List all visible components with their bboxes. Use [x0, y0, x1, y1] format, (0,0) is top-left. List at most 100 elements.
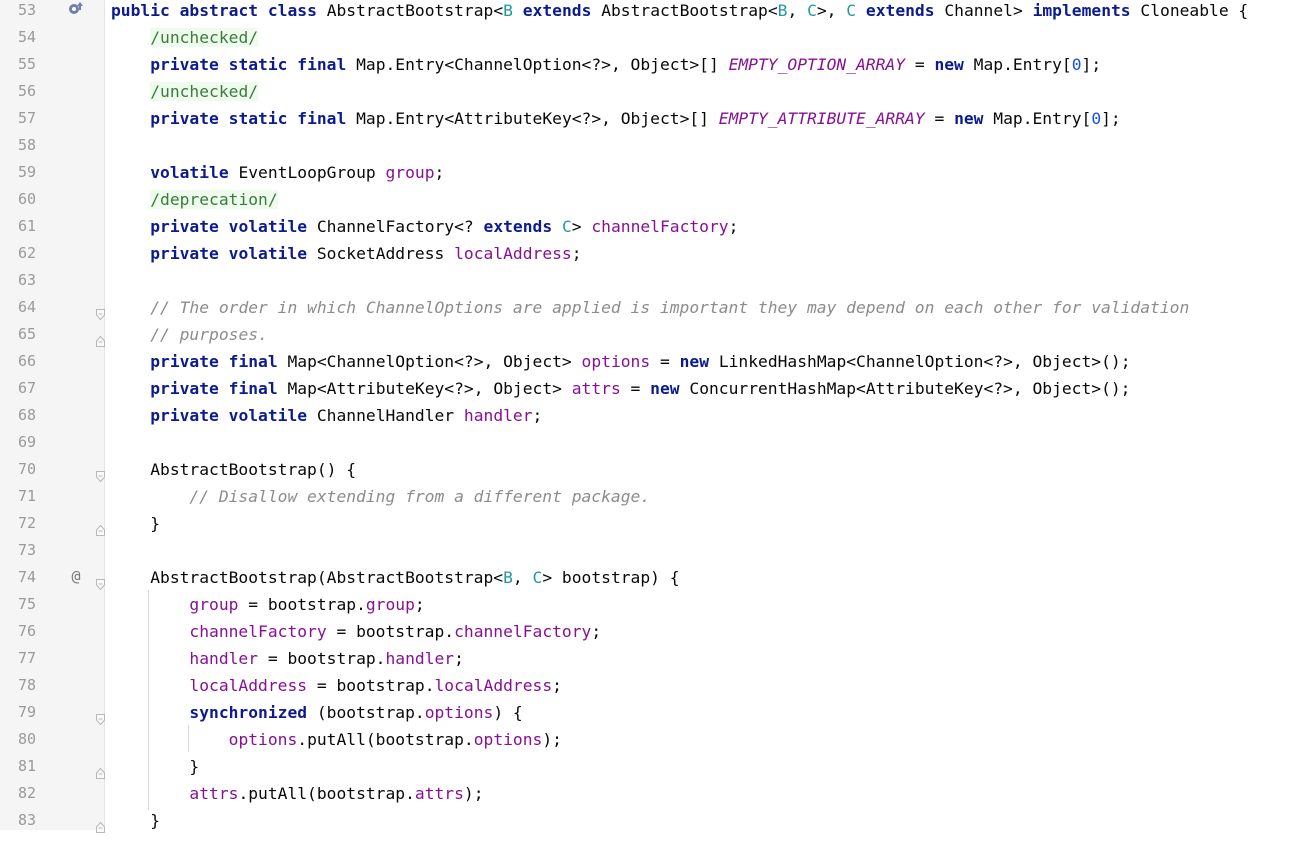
code-text[interactable]: /unchecked/	[111, 78, 259, 105]
code-text[interactable]: private final Map<AttributeKey<?>, Objec…	[111, 375, 1130, 402]
code-line[interactable]: 53 public abstract class AbstractBootstra…	[0, 0, 1310, 24]
code-line[interactable]: 58	[0, 132, 1310, 159]
code-line[interactable]: 76 channelFactory = bootstrap.channelFac…	[0, 618, 1310, 645]
code-line[interactable]: 69	[0, 429, 1310, 456]
code-token: static	[228, 109, 298, 128]
fold-start-icon[interactable]	[96, 706, 105, 726]
line-number: 57	[17, 109, 36, 127]
code-token: new	[954, 109, 994, 128]
fold-end-icon[interactable]	[96, 760, 105, 779]
code-token: channelFactory	[454, 622, 592, 641]
code-token: attrs	[571, 379, 621, 398]
code-token: B	[503, 1, 513, 20]
code-text[interactable]: volatile EventLoopGroup group;	[111, 159, 444, 186]
code-token: private	[150, 244, 229, 263]
code-line[interactable]: 66 private final Map<ChannelOption<?>, O…	[0, 348, 1310, 375]
code-text[interactable]: private final Map<ChannelOption<?>, Obje…	[111, 348, 1131, 375]
code-token: C	[846, 1, 857, 20]
code-text[interactable]: private static final Map.Entry<Attribute…	[111, 105, 1121, 132]
code-text[interactable]: private volatile SocketAddress localAddr…	[111, 240, 581, 267]
code-text[interactable]: }	[111, 510, 160, 537]
code-text[interactable]: AbstractBootstrap() {	[111, 456, 356, 483]
code-line[interactable]: 63	[0, 267, 1310, 294]
code-token: > bootstrap) {	[542, 568, 680, 587]
code-line[interactable]: 68 private volatile ChannelHandler handl…	[0, 402, 1310, 429]
code-token: new	[650, 379, 690, 398]
code-text[interactable]: localAddress = bootstrap.localAddress;	[111, 672, 562, 699]
code-token: final	[297, 55, 357, 74]
code-line[interactable]: 80 options.putAll(bootstrap.options);	[0, 726, 1310, 753]
code-token: .putAll(bootstrap.	[238, 784, 415, 803]
code-token: LinkedHashMap<ChannelOption<?>, Object>(…	[718, 352, 1131, 371]
code-text[interactable]: }	[111, 753, 199, 780]
line-number: 56	[17, 82, 36, 100]
implements-gutter-icon[interactable]	[67, 0, 85, 18]
code-text[interactable]: // purposes.	[111, 321, 268, 348]
fold-start-icon[interactable]	[96, 571, 105, 591]
code-text[interactable]: handler = bootstrap.handler;	[111, 645, 464, 672]
code-token: ;	[591, 622, 602, 641]
code-text[interactable]: /unchecked/	[111, 24, 259, 51]
code-line[interactable]: 81 }	[0, 753, 1310, 780]
code-text[interactable]: // Disallow extending from a different p…	[111, 483, 650, 510]
line-number: 72	[17, 514, 36, 532]
code-text[interactable]: private static final Map.Entry<ChannelOp…	[111, 51, 1101, 78]
fold-start-icon[interactable]	[96, 301, 105, 321]
code-line[interactable]: 78 localAddress = bootstrap.localAddress…	[0, 672, 1310, 699]
code-line[interactable]: 59 volatile EventLoopGroup group;	[0, 159, 1310, 186]
line-number: 58	[17, 136, 36, 154]
code-line[interactable]: 72 }	[0, 510, 1310, 537]
code-token: }	[111, 514, 161, 533]
code-line[interactable]: 82 attrs.putAll(bootstrap.attrs);	[0, 780, 1310, 807]
code-text[interactable]: synchronized (bootstrap.options) {	[111, 699, 522, 726]
at-gutter-icon[interactable]: @	[67, 567, 85, 585]
code-line[interactable]: 65 // purposes.	[0, 321, 1310, 348]
code-line[interactable]: 77 handler = bootstrap.handler;	[0, 645, 1310, 672]
line-number: 67	[17, 379, 36, 397]
line-number: 78	[17, 676, 36, 694]
code-line[interactable]: 73	[0, 537, 1310, 564]
code-text[interactable]: private volatile ChannelFactory<? extend…	[111, 213, 738, 240]
code-text[interactable]: group = bootstrap.group;	[111, 591, 424, 618]
code-text[interactable]: channelFactory = bootstrap.channelFactor…	[111, 618, 601, 645]
code-line[interactable]: 56 /unchecked/	[0, 78, 1310, 105]
code-text[interactable]: attrs.putAll(bootstrap.attrs);	[111, 780, 483, 807]
code-line[interactable]: 60 /deprecation/	[0, 186, 1310, 213]
code-text[interactable]: private volatile ChannelHandler handler;	[111, 402, 542, 429]
code-token: handler	[385, 649, 455, 668]
code-line[interactable]: 61 private volatile ChannelFactory<? ext…	[0, 213, 1310, 240]
code-text[interactable]: AbstractBootstrap(AbstractBootstrap<B, C…	[111, 564, 680, 591]
code-text[interactable]: /deprecation/	[111, 186, 278, 213]
code-line[interactable]: 75 group = bootstrap.group;	[0, 591, 1310, 618]
fold-start-icon[interactable]	[96, 463, 105, 483]
fold-end-icon[interactable]	[96, 517, 105, 536]
code-token: EventLoopGroup	[238, 163, 386, 182]
code-token: AbstractBootstrap<	[326, 1, 504, 20]
code-token: = bootstrap.	[307, 676, 435, 695]
code-line[interactable]: 79 synchronized (bootstrap.options) {	[0, 699, 1310, 726]
fold-end-icon[interactable]	[96, 328, 105, 347]
code-token: private	[150, 352, 229, 371]
line-number: 63	[17, 271, 36, 289]
code-line[interactable]: 67 private final Map<AttributeKey<?>, Ob…	[0, 375, 1310, 402]
code-line[interactable]: 55 private static final Map.Entry<Channe…	[0, 51, 1310, 78]
code-line[interactable]: 57 private static final Map.Entry<Attrib…	[0, 105, 1310, 132]
code-text[interactable]: public abstract class AbstractBootstrap<…	[111, 0, 1248, 24]
code-text[interactable]: // The order in which ChannelOptions are…	[111, 294, 1189, 321]
code-text[interactable]: options.putAll(bootstrap.options);	[111, 726, 562, 753]
code-line[interactable]: 54 /unchecked/	[0, 24, 1310, 51]
code-line[interactable]: 70 AbstractBootstrap() {	[0, 456, 1310, 483]
code-token: options	[473, 730, 543, 749]
code-line[interactable]: 71 // Disallow extending from a differen…	[0, 483, 1310, 510]
line-number: 73	[17, 541, 36, 559]
code-token: =	[924, 109, 955, 128]
fold-end-icon[interactable]	[96, 814, 105, 833]
code-line[interactable]: 74 @ AbstractBootstrap(AbstractBootstrap<…	[0, 564, 1310, 591]
code-line[interactable]: 64 // The order in which ChannelOptions …	[0, 294, 1310, 321]
code-line[interactable]: 62 private volatile SocketAddress localA…	[0, 240, 1310, 267]
